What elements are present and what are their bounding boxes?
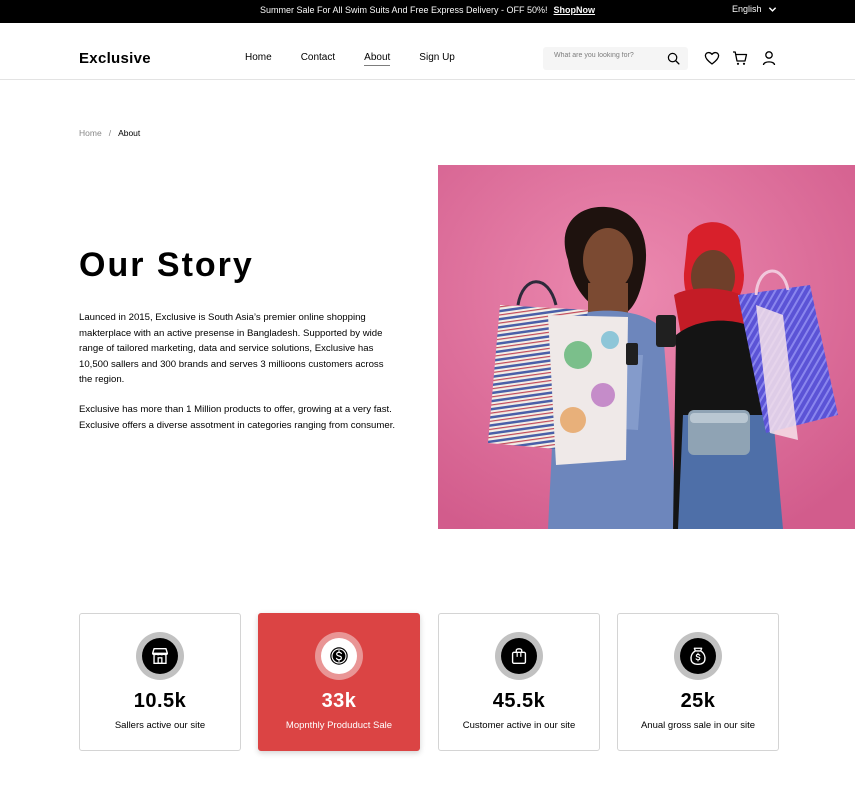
stat-card-gross-sale[interactable]: 25k Anual gross sale in our site (617, 613, 779, 751)
top-banner: Summer Sale For All Swim Suits And Free … (0, 0, 855, 23)
stat-label: Anual gross sale in our site (640, 720, 756, 731)
stat-label: Mopnthly Produduct Sale (285, 720, 393, 731)
breadcrumb: Home / About (79, 128, 140, 138)
dollar-icon (330, 647, 348, 665)
search-box (543, 47, 688, 70)
stat-value: 45.5k (492, 690, 546, 712)
stat-icon-ring (136, 632, 184, 680)
stat-value: 25k (680, 690, 716, 712)
nav-about[interactable]: About (364, 52, 391, 66)
shop-icon (151, 647, 169, 665)
site-logo[interactable]: Exclusive (79, 50, 151, 67)
nav-home[interactable]: Home (245, 52, 272, 66)
search-icon[interactable] (667, 52, 680, 65)
breadcrumb-current: About (118, 128, 141, 138)
breadcrumb-home[interactable]: Home (79, 128, 102, 138)
page-title: Our Story (79, 246, 254, 284)
stat-label: Sallers active our site (114, 720, 206, 731)
breadcrumb-separator: / (108, 128, 112, 138)
stat-card-sellers[interactable]: 10.5k Sallers active our site (79, 613, 241, 751)
language-label: English (732, 4, 762, 14)
stat-value: 10.5k (133, 690, 187, 712)
nav-sign-up[interactable]: Sign Up (419, 52, 455, 66)
language-selector[interactable]: English (732, 4, 777, 14)
main-nav: Home Contact About Sign Up (245, 52, 455, 66)
promo-text: Summer Sale For All Swim Suits And Free … (259, 5, 548, 15)
money-bag-icon (690, 647, 706, 665)
shopping-women-illustration (438, 165, 855, 529)
stat-icon-ring (495, 632, 543, 680)
stat-icon-ring (315, 632, 363, 680)
heart-icon[interactable] (704, 50, 720, 66)
stat-label: Customer active in our site (462, 720, 576, 731)
stat-icon-ring (674, 632, 722, 680)
cart-icon[interactable] (732, 50, 748, 66)
story-paragraph-1: Launced in 2015, Exclusive is South Asia… (79, 312, 384, 386)
user-icon[interactable] (761, 50, 777, 66)
stat-value: 33k (321, 690, 357, 712)
shop-now-link[interactable]: ShopNow (554, 5, 596, 15)
hero-image (438, 165, 855, 529)
stat-card-monthly-sale[interactable]: 33k Mopnthly Produduct Sale (258, 613, 420, 751)
site-header: Exclusive Home Contact About Sign Up (0, 23, 855, 80)
stat-card-customers[interactable]: 45.5k Customer active in our site (438, 613, 600, 751)
nav-contact[interactable]: Contact (301, 52, 335, 66)
shopping-bag-icon (511, 648, 527, 665)
story-paragraph-2: Exclusive has more than 1 Million produc… (79, 404, 396, 431)
search-input[interactable] (554, 52, 664, 59)
promo-message: Summer Sale For All Swim Suits And Free … (0, 5, 855, 15)
chevron-down-icon (768, 6, 776, 12)
